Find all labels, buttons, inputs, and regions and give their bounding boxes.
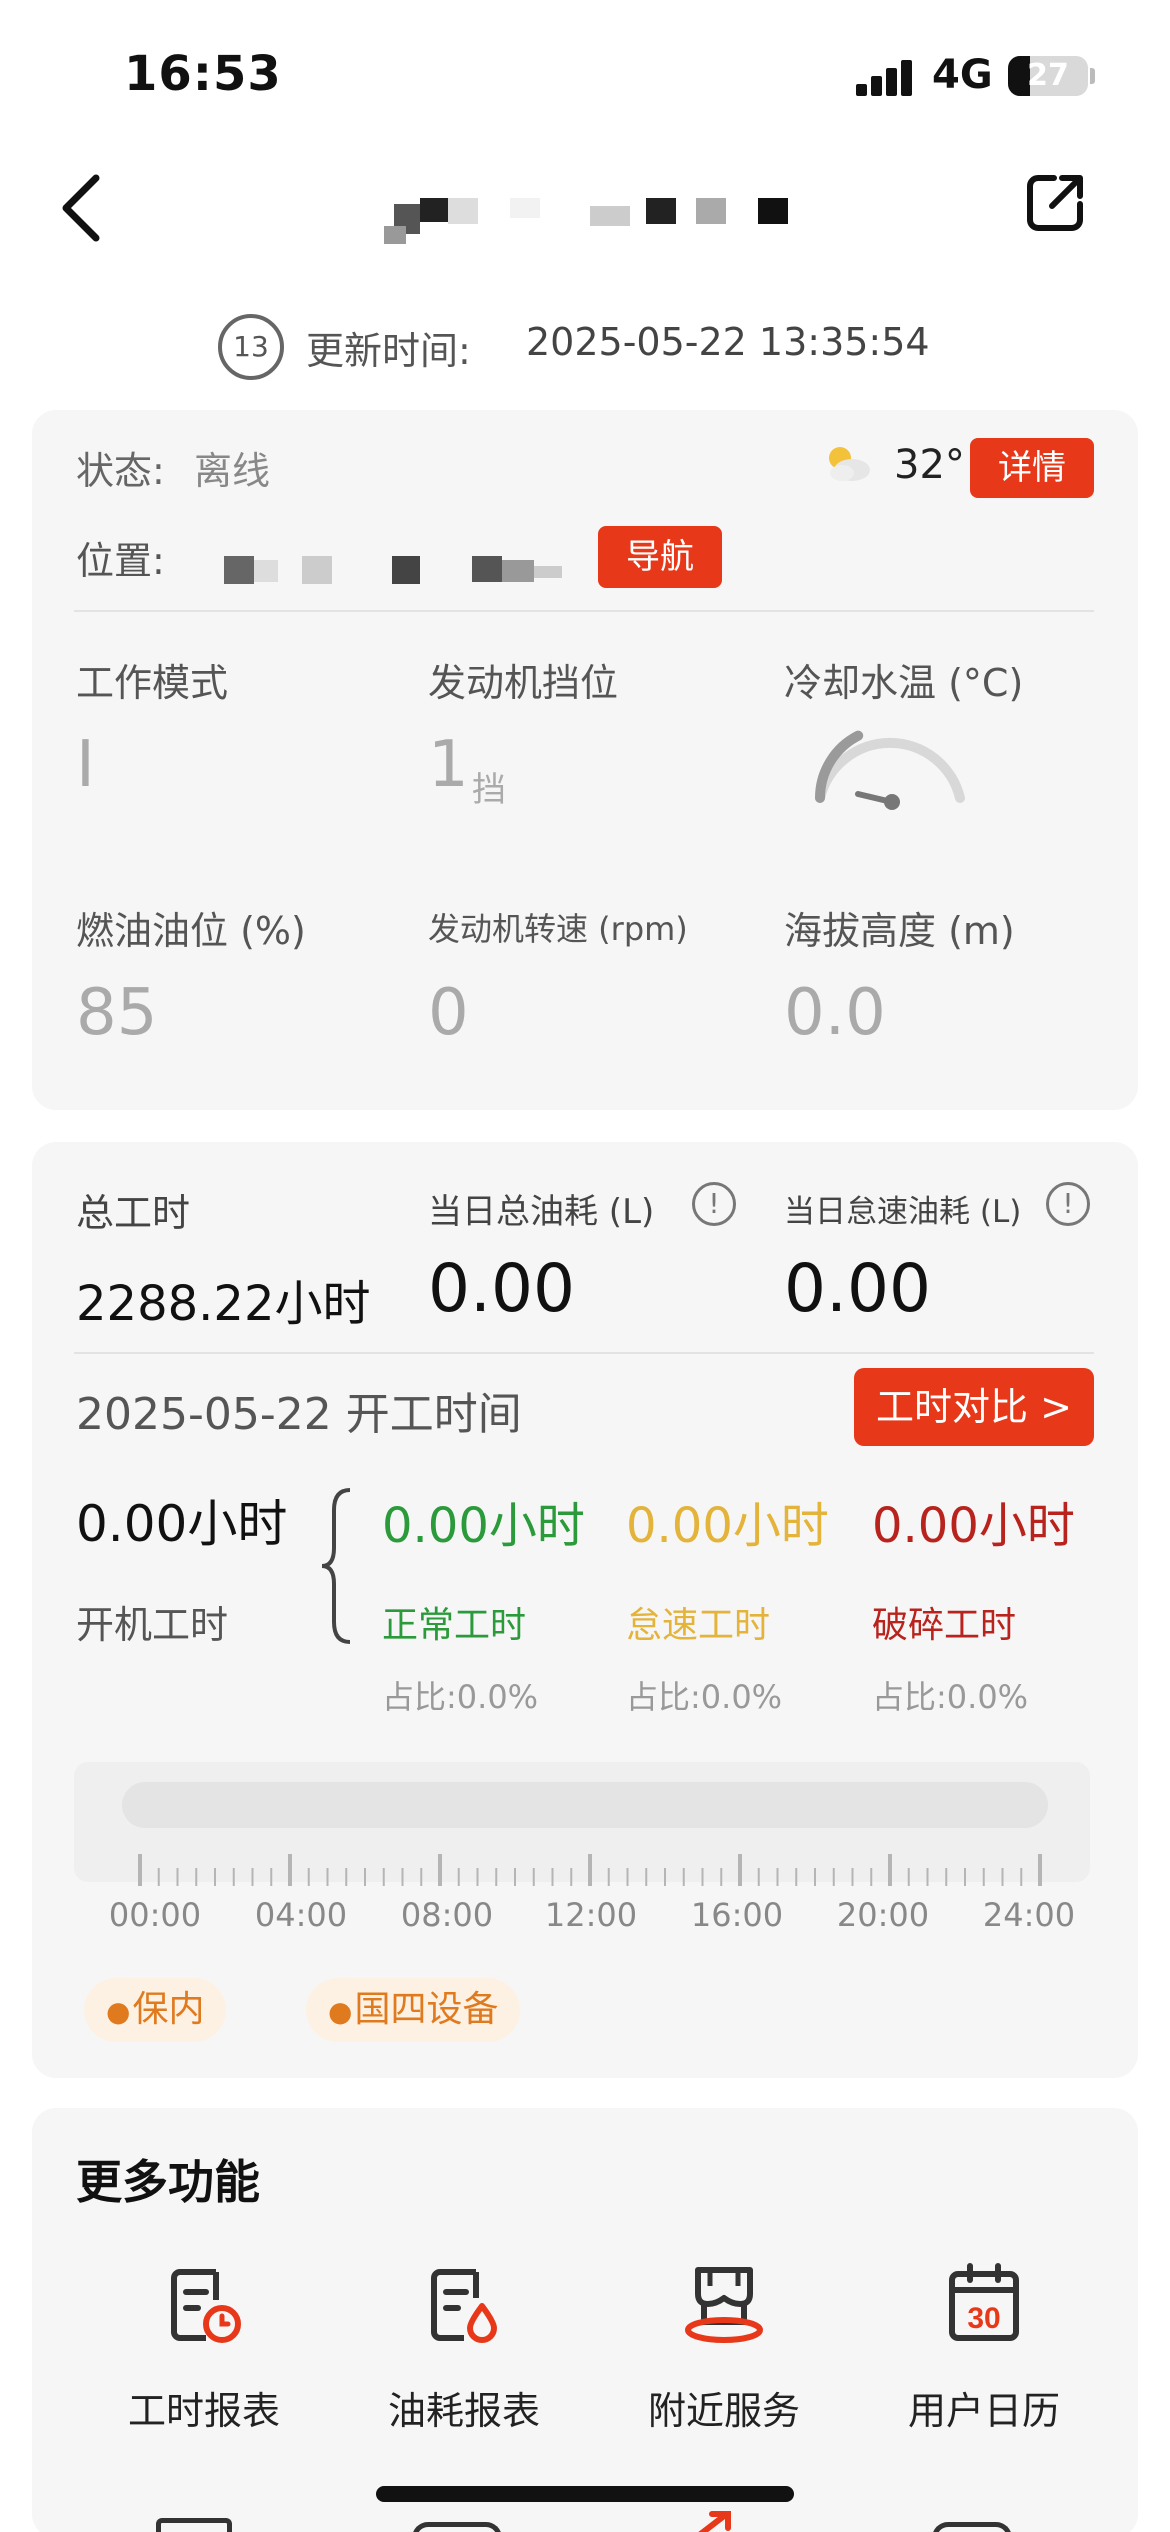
divider (74, 1352, 1094, 1354)
timeline-label: 12:00 (544, 1896, 638, 1934)
timeline-label: 00:00 (108, 1896, 202, 1934)
chevron-left-icon (62, 174, 100, 242)
timeline-labels: 00:00 04:00 08:00 12:00 16:00 20:00 24:0… (74, 1896, 1090, 1936)
fuel-report-label: 油耗报表 (387, 2389, 540, 2433)
temperature-value: 32° (894, 442, 965, 488)
metric-value-engine-rpm: 0 (428, 976, 469, 1050)
compare-hours-button[interactable]: 工时对比 > (854, 1368, 1094, 1446)
nearby-service-label: 附近服务 (647, 2389, 800, 2433)
machine-hours-label: 开机工时 (76, 1603, 229, 1647)
back-button[interactable] (54, 170, 114, 246)
normal-hours-value: 0.00小时 (382, 1498, 585, 1554)
machine-hours-value: 0.00小时 (76, 1495, 288, 1553)
battery-tip (1090, 68, 1095, 84)
breaker-hours-label: 破碎工时 (872, 1605, 1017, 1646)
warranty-tag-label: 保内 (132, 1989, 205, 2030)
refresh-countdown-icon[interactable]: 13 (218, 314, 284, 380)
network-type: 4G (932, 52, 993, 98)
metric-value-fuel-level: 85 (76, 976, 158, 1050)
idle-fuel-info-icon[interactable]: ! (1046, 1182, 1090, 1226)
next-row-icon-partial (932, 2522, 1012, 2532)
home-indicator (376, 2486, 794, 2502)
timeline-label: 20:00 (836, 1896, 930, 1934)
update-time-value: 2025-05-22 13:35:54 (526, 320, 930, 364)
metric-value-work-mode: I (76, 728, 95, 802)
timeline-label: 04:00 (254, 1896, 348, 1934)
fuel-report-icon (431, 2269, 497, 2343)
metric-label-altitude: 海拔高度 (m) (784, 909, 1015, 953)
breaker-hours-value: 0.00小时 (872, 1498, 1075, 1554)
warranty-tag: ●保内 (84, 1978, 227, 2042)
metric-label-engine-rpm: 发动机转速 (rpm) (428, 910, 688, 948)
status-time: 16:53 (124, 46, 282, 102)
metric-label-coolant-temp: 冷却水温 (°C) (784, 661, 1024, 705)
status-label: 状态: (76, 449, 165, 493)
idle-hours-label: 怠速工时 (626, 1605, 771, 1646)
brace-icon (318, 1486, 358, 1646)
work-hours-card: 总工时 2288.22小时 当日总油耗 (L) ! 0.00 当日怠速油耗 (L… (32, 1142, 1138, 2078)
daily-fuel-label: 当日总油耗 (L) (428, 1192, 655, 1232)
work-hours-report-button[interactable]: 工时报表 (84, 2254, 324, 2454)
navigate-button[interactable]: 导航 (598, 526, 722, 588)
idle-fuel-value: 0.00 (784, 1250, 931, 1327)
update-time-label: 更新时间: (306, 329, 471, 373)
nearby-service-icon (685, 2267, 763, 2343)
nearby-service-button[interactable]: 附近服务 (604, 2254, 844, 2454)
day-work-title: 2025-05-22 开工时间 (76, 1389, 522, 1440)
idle-hours-ratio: 占比:0.0% (626, 1678, 783, 1716)
fuel-report-button[interactable]: 油耗报表 (344, 2254, 584, 2454)
daily-fuel-info-icon[interactable]: ! (692, 1182, 736, 1226)
work-hours-report-icon (171, 2269, 241, 2343)
partly-cloudy-icon (822, 442, 872, 486)
breaker-hours-ratio: 占比:0.0% (872, 1678, 1029, 1716)
coolant-temp-gauge-icon (810, 728, 970, 818)
battery-level: 27 (1027, 58, 1069, 93)
normal-hours-ratio: 占比:0.0% (382, 1678, 539, 1716)
idle-fuel-label: 当日怠速油耗 (L) (784, 1194, 1022, 1230)
timeline-ticks (138, 1854, 1042, 1886)
metric-label-work-mode: 工作模式 (76, 661, 229, 705)
total-hours-value: 2288.22小时 (76, 1276, 371, 1332)
metric-value-altitude: 0.0 (784, 976, 886, 1050)
metric-unit-engine-gear: 挡 (472, 770, 506, 810)
timeline-label: 16:00 (690, 1896, 784, 1934)
timeline-label: 24:00 (982, 1896, 1076, 1934)
metric-label-engine-gear: 发动机挡位 (428, 661, 619, 705)
device-name-redacted (384, 190, 790, 250)
machine-status-card: 状态: 离线 32° 详情 位置: 导航 工作模式 I 发动机挡位 1 挡 冷却… (32, 410, 1138, 1110)
normal-hours-label: 正常工时 (382, 1605, 527, 1646)
next-row-icon-partial (412, 2522, 502, 2532)
share-button[interactable] (1024, 170, 1088, 234)
status-value: 离线 (194, 449, 271, 493)
user-calendar-button[interactable]: 30 用户日历 (864, 2254, 1104, 2454)
timeline-bar (122, 1782, 1048, 1828)
calendar-icon: 30 (949, 2263, 1019, 2341)
total-hours-label: 总工时 (76, 1191, 191, 1235)
metric-value-engine-gear: 1 (428, 728, 469, 802)
work-timeline[interactable] (74, 1762, 1090, 1886)
status-bar: 16:53 4G 27 (0, 0, 1170, 150)
user-calendar-label: 用户日历 (907, 2389, 1060, 2433)
next-row-icon-partial (694, 2510, 734, 2532)
next-row-icon-partial (156, 2518, 232, 2532)
emission-standard-tag: ●国四设备 (306, 1978, 521, 2042)
divider (74, 610, 1094, 612)
signal-icon (856, 60, 914, 96)
emission-tag-label: 国四设备 (354, 1989, 499, 2030)
timeline-label: 08:00 (400, 1896, 494, 1934)
more-functions-card: 更多功能 工时报表 油耗报表 附近服务 30 用户日历 (32, 2108, 1138, 2532)
share-icon (1027, 175, 1083, 231)
daily-fuel-value: 0.00 (428, 1250, 575, 1327)
calendar-icon-number: 30 (967, 2302, 1000, 2335)
idle-hours-value: 0.00小时 (626, 1498, 829, 1554)
battery-icon: 27 (1008, 56, 1088, 96)
weather-details-button[interactable]: 详情 (970, 438, 1094, 498)
location-label: 位置: (76, 539, 165, 583)
metric-label-fuel-level: 燃油油位 (%) (76, 909, 306, 953)
work-hours-report-label: 工时报表 (127, 2389, 280, 2433)
update-time-row: 13 更新时间: 2025-05-22 13:35:54 (0, 310, 1170, 380)
more-functions-title: 更多功能 (76, 2155, 260, 2209)
